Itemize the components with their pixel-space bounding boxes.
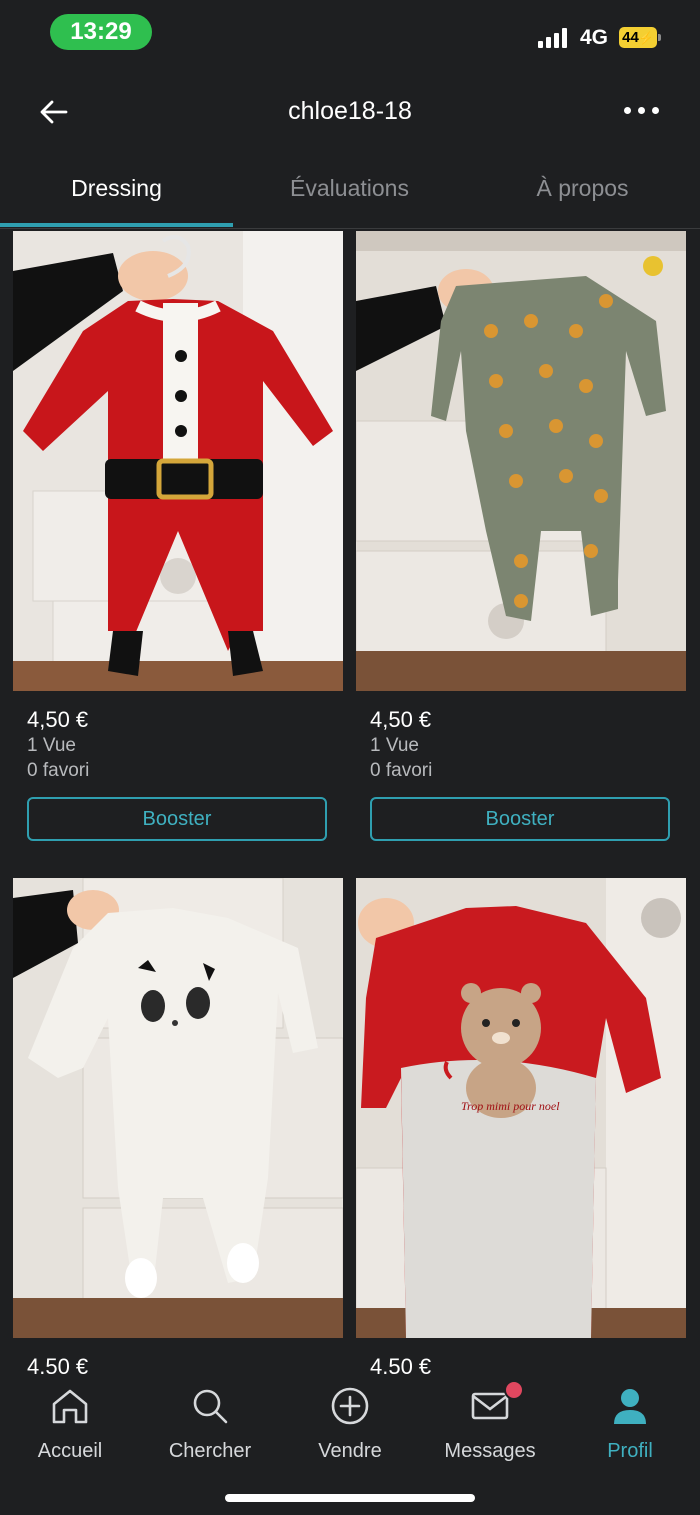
notification-badge: [504, 1380, 524, 1400]
booster-button[interactable]: Booster: [370, 797, 670, 841]
item-card[interactable]: 4,50 € 1 Vue 0 favori Booster: [356, 231, 686, 851]
battery-icon: 44 ⚡: [619, 27, 661, 48]
item-views: 1 Vue: [370, 735, 419, 756]
nav-label: Profil: [607, 1440, 653, 1462]
item-photo-bear[interactable]: Trop mimi pour noel: [356, 878, 686, 1338]
item-price: 4,50 €: [27, 707, 89, 732]
item-photo-panda[interactable]: [13, 878, 343, 1338]
profile-tabs: Dressing Évaluations À propos: [0, 152, 700, 229]
nav-label: Accueil: [37, 1440, 103, 1462]
status-time: 13:29: [50, 14, 152, 50]
nav-chercher[interactable]: Chercher: [140, 1386, 280, 1466]
item-price: 4.50 €: [27, 1354, 89, 1379]
home-icon: [52, 1389, 88, 1424]
nav-messages[interactable]: Messages: [420, 1380, 560, 1466]
nav-vendre[interactable]: Vendre: [280, 1386, 420, 1466]
item-card[interactable]: 4,50 € 1 Vue 0 favori Booster: [13, 231, 343, 851]
top-bar: chloe18-18: [0, 70, 700, 152]
photo-print-text: Trop mimi pour noel: [461, 1099, 560, 1113]
plus-circle-icon: [331, 1387, 369, 1425]
item-price: 4,50 €: [370, 707, 432, 732]
item-favorites: 0 favori: [27, 760, 90, 781]
item-favorites: 0 favori: [370, 760, 433, 781]
active-tab-indicator: [0, 223, 233, 227]
nav-profil[interactable]: Profil: [560, 1386, 700, 1466]
item-photo-santa[interactable]: [13, 231, 343, 691]
status-bar: 13:29 4G 44 ⚡: [0, 0, 700, 70]
booster-button[interactable]: Booster: [27, 797, 327, 841]
battery-level: 44: [622, 29, 639, 46]
nav-label: Chercher: [168, 1440, 252, 1462]
home-indicator: [225, 1494, 475, 1502]
nav-label: Vendre: [318, 1440, 382, 1462]
item-photo-tiger[interactable]: [356, 231, 686, 691]
item-card[interactable]: Trop mimi pour noel 4.50 €: [356, 878, 686, 1379]
page-title: chloe18-18: [288, 97, 412, 125]
tab-dressing[interactable]: Dressing: [0, 152, 233, 224]
item-card[interactable]: 4.50 €: [13, 878, 343, 1379]
more-options-icon[interactable]: [624, 100, 664, 120]
signal-icon: [538, 28, 567, 48]
network-label: 4G: [580, 26, 609, 49]
profile-icon: [614, 1389, 646, 1424]
tab-evaluations[interactable]: Évaluations: [233, 152, 466, 224]
tab-a-propos[interactable]: À propos: [466, 152, 699, 224]
item-price: 4.50 €: [370, 1354, 432, 1379]
item-views: 1 Vue: [27, 735, 76, 756]
search-icon: [193, 1389, 228, 1424]
nav-label: Messages: [444, 1440, 536, 1462]
nav-accueil[interactable]: Accueil: [0, 1386, 140, 1466]
